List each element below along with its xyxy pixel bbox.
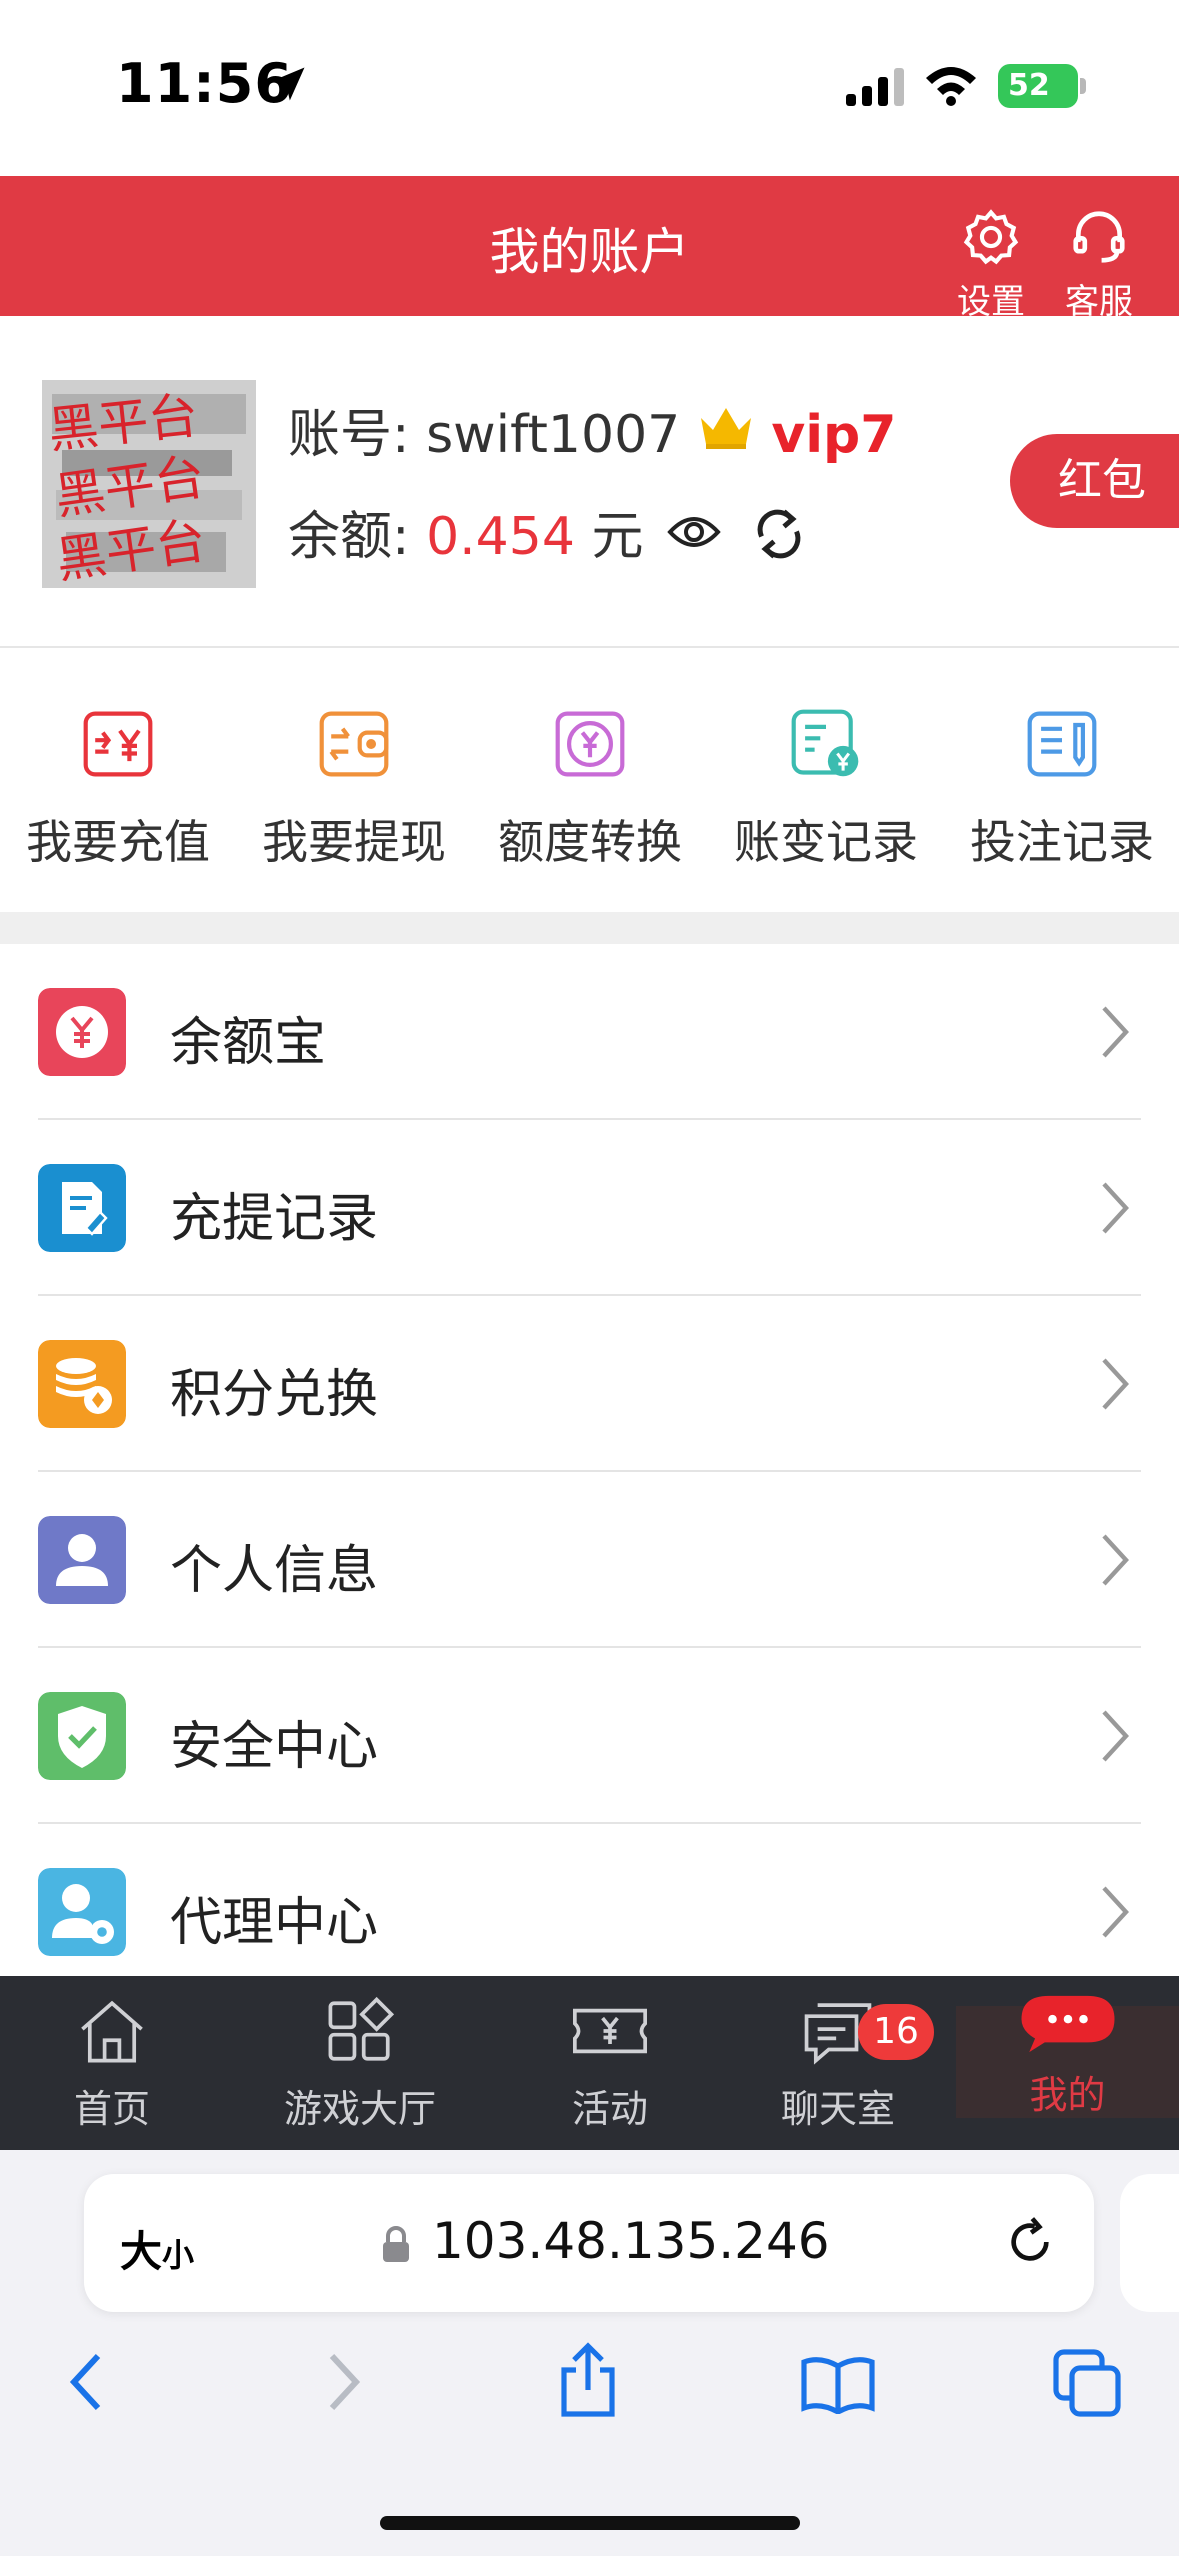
browser-toolbar: 大小 103.48.135.246 (0, 2150, 1179, 2556)
avatar[interactable]: 黑平台 黑平台 黑平台 (42, 380, 256, 588)
menu-item-personal-info[interactable]: 个人信息 (0, 1472, 1179, 1648)
record-icon (38, 1164, 126, 1252)
forward-icon[interactable] (324, 2350, 364, 2414)
withdraw-label: 我要提现 (262, 815, 446, 869)
menu-item-security-center[interactable]: 安全中心 (0, 1648, 1179, 1824)
status-bar: 11:56 52 (0, 0, 1179, 176)
profile-chat-icon (1021, 1995, 1114, 2053)
bookmarks-icon[interactable] (800, 2354, 876, 2414)
yuan-icon (38, 988, 126, 1076)
tab-label: 我的 (1029, 2073, 1106, 2117)
share-icon[interactable] (556, 2342, 620, 2418)
text-size-large: 大 (120, 2227, 163, 2276)
quick-actions: 我要充值 我要提现 额度转换 账变记录 投注记录 (0, 650, 1179, 912)
transfer-button[interactable]: 额度转换 (472, 706, 708, 872)
address-bar[interactable]: 大小 103.48.135.246 (84, 2174, 1094, 2312)
deposit-button[interactable]: 我要充值 (0, 706, 236, 872)
points-icon (38, 1340, 126, 1428)
tab-bar: 首页 游戏大厅 活动 聊天室 16 我的 (0, 1976, 1179, 2150)
menu-item-balance-treasure[interactable]: 余额宝 (0, 944, 1179, 1120)
withdraw-icon (319, 711, 389, 777)
eye-icon[interactable] (666, 512, 722, 552)
chat-unread-badge: 16 (858, 2004, 934, 2060)
battery-level: 52 (1008, 68, 1050, 103)
red-packet-button[interactable]: 红包 (1010, 434, 1179, 528)
home-indicator (380, 2516, 800, 2530)
gear-icon (963, 209, 1019, 265)
menu-item-agent-center[interactable]: 代理中心 (0, 1824, 1179, 2000)
chevron-right-icon (1102, 1358, 1129, 1410)
tab-label: 首页 (73, 2087, 150, 2131)
chevron-right-icon (1102, 1710, 1129, 1762)
menu-item-points-exchange[interactable]: 积分兑换 (0, 1296, 1179, 1472)
next-tab-peek[interactable] (1120, 2174, 1179, 2312)
text-size-small: 小 (162, 2236, 195, 2274)
chevron-right-icon (1102, 1534, 1129, 1586)
tab-mine[interactable]: 我的 (956, 1995, 1179, 2118)
menu-item-label: 积分兑换 (170, 1365, 379, 1425)
tab-activity[interactable]: 活动 (540, 1994, 680, 2133)
tabs-icon[interactable] (1052, 2348, 1122, 2418)
settings-button[interactable]: 设置 (946, 206, 1036, 323)
transfer-icon (555, 711, 625, 777)
menu-item-label: 余额宝 (170, 1013, 327, 1073)
chevron-right-icon (1102, 1182, 1129, 1234)
shield-icon (38, 1692, 126, 1780)
chevron-right-icon (1102, 1886, 1129, 1938)
menu-item-label: 安全中心 (170, 1717, 379, 1777)
page-header: 我的账户 设置 客服 (0, 176, 1179, 322)
refresh-icon[interactable] (749, 504, 809, 564)
username: swift1007 (426, 405, 681, 465)
battery-indicator: 52 (998, 64, 1078, 108)
lock-icon (383, 2226, 409, 2262)
agent-icon (38, 1868, 126, 1956)
withdraw-button[interactable]: 我要提现 (236, 706, 472, 872)
home-icon (81, 2000, 143, 2063)
text-size-button[interactable]: 大小 (120, 2218, 194, 2279)
game-hall-icon (328, 1996, 395, 2061)
account-change-icon (791, 709, 859, 777)
headset-icon (1073, 211, 1125, 263)
currency-label: 元 (591, 507, 644, 567)
tab-home[interactable]: 首页 (40, 1994, 184, 2133)
back-icon[interactable] (66, 2350, 106, 2414)
account-label: 账号: (288, 405, 410, 465)
transfer-label: 额度转换 (498, 815, 682, 869)
battery-cap (1080, 78, 1086, 94)
balance-value: 0.454 (426, 507, 575, 567)
ticket-icon (573, 2008, 647, 2054)
location-arrow-icon (271, 67, 305, 101)
account-card: 黑平台 黑平台 黑平台 账号: swift1007 vip7 余额: 0.454… (0, 316, 1179, 648)
cellular-signal-icon (846, 68, 904, 106)
vip-level: vip7 (771, 405, 897, 465)
bet-record-icon (1027, 711, 1097, 777)
deposit-label: 我要充值 (26, 815, 210, 869)
wifi-icon (926, 67, 976, 106)
menu-item-deposit-withdraw-record[interactable]: 充提记录 (0, 1120, 1179, 1296)
balance-row: 余额: 0.454 元 (288, 494, 809, 569)
menu-item-label: 个人信息 (170, 1541, 379, 1601)
chevron-right-icon (1102, 1006, 1129, 1058)
account-row: 账号: swift1007 vip7 (288, 392, 896, 467)
tab-label: 活动 (571, 2087, 648, 2131)
person-icon (38, 1516, 126, 1604)
section-divider (0, 912, 1179, 944)
reload-icon[interactable] (1002, 2214, 1058, 2270)
customer-service-button[interactable]: 客服 (1054, 206, 1144, 323)
deposit-icon (83, 711, 153, 777)
url-text: 103.48.135.246 (432, 2212, 830, 2270)
tab-label: 游戏大厅 (283, 2087, 436, 2131)
menu-item-label: 充提记录 (170, 1189, 379, 1249)
tab-label: 聊天室 (780, 2087, 895, 2131)
tab-game-hall[interactable]: 游戏大厅 (260, 1994, 460, 2133)
bet-record-label: 投注记录 (970, 815, 1154, 869)
crown-icon (700, 408, 751, 449)
menu-item-label: 代理中心 (170, 1893, 379, 1953)
avatar-image: 黑平台 黑平台 黑平台 (42, 380, 256, 588)
account-change-button[interactable]: 账变记录 (708, 706, 944, 872)
bet-record-button[interactable]: 投注记录 (944, 706, 1179, 872)
balance-label: 余额: (288, 507, 410, 567)
account-change-label: 账变记录 (734, 815, 918, 869)
